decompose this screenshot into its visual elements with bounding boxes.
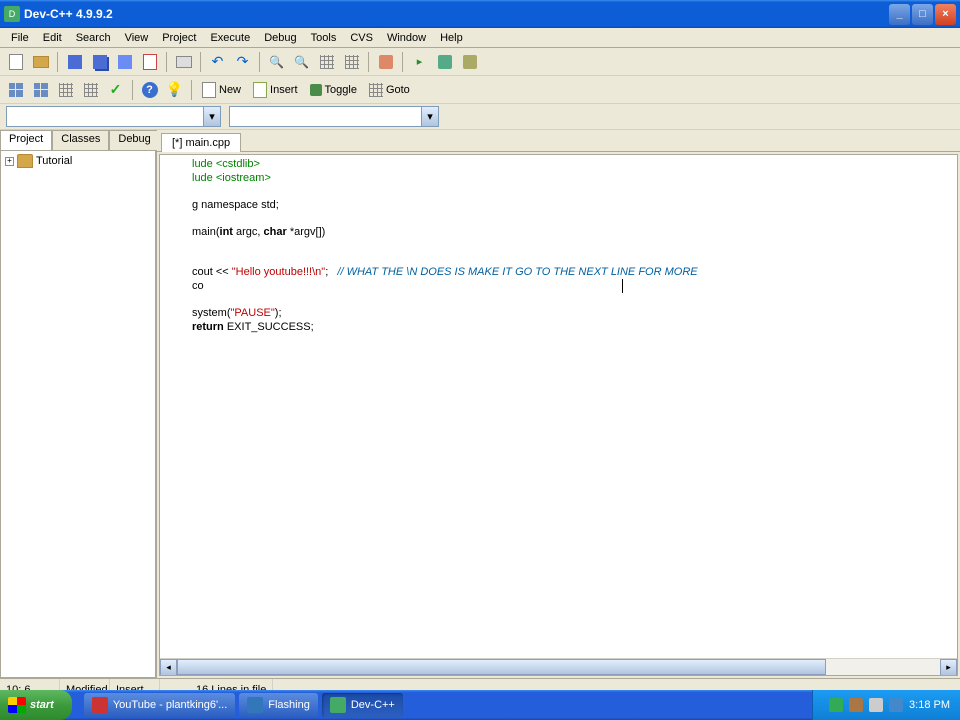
- goto-label: Goto: [386, 84, 410, 96]
- about-button[interactable]: 💡: [163, 79, 186, 101]
- text-cursor: [622, 279, 623, 293]
- help-button[interactable]: ?: [138, 79, 161, 101]
- undo-button[interactable]: ↶: [206, 51, 229, 73]
- youtube-icon: [92, 697, 108, 713]
- toggle-button[interactable]: Toggle: [305, 79, 362, 101]
- menu-edit[interactable]: Edit: [36, 30, 69, 46]
- horizontal-scrollbar[interactable]: ◂ ▸: [160, 658, 957, 675]
- run-button[interactable]: ▸: [408, 51, 431, 73]
- compile-run-button[interactable]: [433, 51, 456, 73]
- project-tree[interactable]: + Tutorial: [0, 150, 156, 678]
- menu-execute[interactable]: Execute: [203, 30, 257, 46]
- document-tab-main[interactable]: [*] main.cpp: [161, 133, 241, 152]
- tray-icon[interactable]: [849, 698, 863, 712]
- menu-bar: File Edit Search View Project Execute De…: [0, 28, 960, 48]
- rebuild-button[interactable]: [458, 51, 481, 73]
- menu-debug[interactable]: Debug: [257, 30, 303, 46]
- new-project-button[interactable]: [4, 79, 27, 101]
- menu-help[interactable]: Help: [433, 30, 470, 46]
- editor-area: [*] main.cpp lude <cstdlib> lude <iostre…: [157, 130, 960, 678]
- insert-label: Insert: [270, 84, 298, 96]
- debug-button[interactable]: [79, 79, 102, 101]
- dropdown-icon: ▾: [203, 107, 220, 126]
- close-button[interactable]: ×: [935, 4, 956, 25]
- print-button[interactable]: [172, 51, 195, 73]
- taskbar-item-youtube[interactable]: YouTube - plantking6'...: [84, 693, 235, 717]
- scroll-thumb[interactable]: [177, 659, 826, 675]
- secondary-toolbar: ✓ ? 💡 New Insert Toggle Goto: [0, 76, 960, 104]
- window-title: Dev-C++ 4.9.9.2: [24, 7, 889, 21]
- start-button[interactable]: start: [0, 690, 72, 720]
- toggle-label: Toggle: [325, 84, 357, 96]
- find-next-button[interactable]: [315, 51, 338, 73]
- taskbar-label: YouTube - plantking6'...: [113, 699, 227, 711]
- menu-cvs[interactable]: CVS: [343, 30, 380, 46]
- method-combo[interactable]: ▾: [229, 106, 439, 127]
- taskbar-item-devcpp[interactable]: Dev-C++: [322, 693, 403, 717]
- taskbar-label: Dev-C++: [351, 699, 395, 711]
- redo-button[interactable]: ↷: [231, 51, 254, 73]
- menu-file[interactable]: File: [4, 30, 36, 46]
- minimize-button[interactable]: _: [889, 4, 910, 25]
- save-button[interactable]: [63, 51, 86, 73]
- main-toolbar: ↶ ↷ 🔍 🔍 ▸: [0, 48, 960, 76]
- open-button[interactable]: [29, 51, 52, 73]
- window-titlebar: D Dev-C++ 4.9.9.2 _ □ ×: [0, 0, 960, 28]
- new-file-button[interactable]: [4, 51, 27, 73]
- app-icon: D: [4, 6, 20, 22]
- insert-button[interactable]: Insert: [248, 79, 303, 101]
- menu-view[interactable]: View: [118, 30, 156, 46]
- replace-button[interactable]: 🔍: [290, 51, 313, 73]
- tray-icon[interactable]: [869, 698, 883, 712]
- class-browser-button[interactable]: [54, 79, 77, 101]
- app-icon: [247, 697, 263, 713]
- menu-project[interactable]: Project: [155, 30, 203, 46]
- dropdown-icon: ▾: [421, 107, 438, 126]
- compile-button[interactable]: [374, 51, 397, 73]
- goto-button[interactable]: Goto: [364, 79, 415, 101]
- scroll-right-icon[interactable]: ▸: [940, 659, 957, 676]
- tray-icon[interactable]: [889, 698, 903, 712]
- clock[interactable]: 3:18 PM: [909, 699, 950, 711]
- find-button[interactable]: 🔍: [265, 51, 288, 73]
- tree-root-label: Tutorial: [36, 155, 72, 167]
- maximize-button[interactable]: □: [912, 4, 933, 25]
- navigation-bar: ▾ ▾: [0, 104, 960, 130]
- system-tray[interactable]: 3:18 PM: [812, 690, 960, 720]
- new-source-button[interactable]: New: [197, 79, 246, 101]
- menu-search[interactable]: Search: [69, 30, 118, 46]
- check-button[interactable]: ✓: [104, 79, 127, 101]
- folder-icon: [17, 154, 33, 168]
- taskbar-label: Flashing: [268, 699, 310, 711]
- menu-tools[interactable]: Tools: [304, 30, 344, 46]
- tab-classes[interactable]: Classes: [52, 130, 109, 150]
- taskbar-item-flashing[interactable]: Flashing: [239, 693, 318, 717]
- windows-taskbar: start YouTube - plantking6'... Flashing …: [0, 690, 960, 720]
- tray-icon[interactable]: [829, 698, 843, 712]
- save-all-button[interactable]: [88, 51, 111, 73]
- menu-window[interactable]: Window: [380, 30, 433, 46]
- project-options-button[interactable]: [29, 79, 52, 101]
- save-as-button[interactable]: [113, 51, 136, 73]
- devcpp-icon: [330, 697, 346, 713]
- close-file-button[interactable]: [138, 51, 161, 73]
- new-label: New: [219, 84, 241, 96]
- scroll-left-icon[interactable]: ◂: [160, 659, 177, 676]
- tab-debug[interactable]: Debug: [109, 130, 159, 150]
- sidebar: Project Classes Debug + Tutorial: [0, 130, 157, 678]
- tree-root-item[interactable]: + Tutorial: [3, 153, 153, 169]
- code-editor[interactable]: lude <cstdlib> lude <iostream> g namespa…: [159, 154, 958, 676]
- windows-logo-icon: [8, 697, 26, 713]
- tab-project[interactable]: Project: [0, 130, 52, 150]
- start-label: start: [30, 699, 54, 711]
- class-combo[interactable]: ▾: [6, 106, 221, 127]
- expand-icon[interactable]: +: [5, 157, 14, 166]
- goto-line-button[interactable]: [340, 51, 363, 73]
